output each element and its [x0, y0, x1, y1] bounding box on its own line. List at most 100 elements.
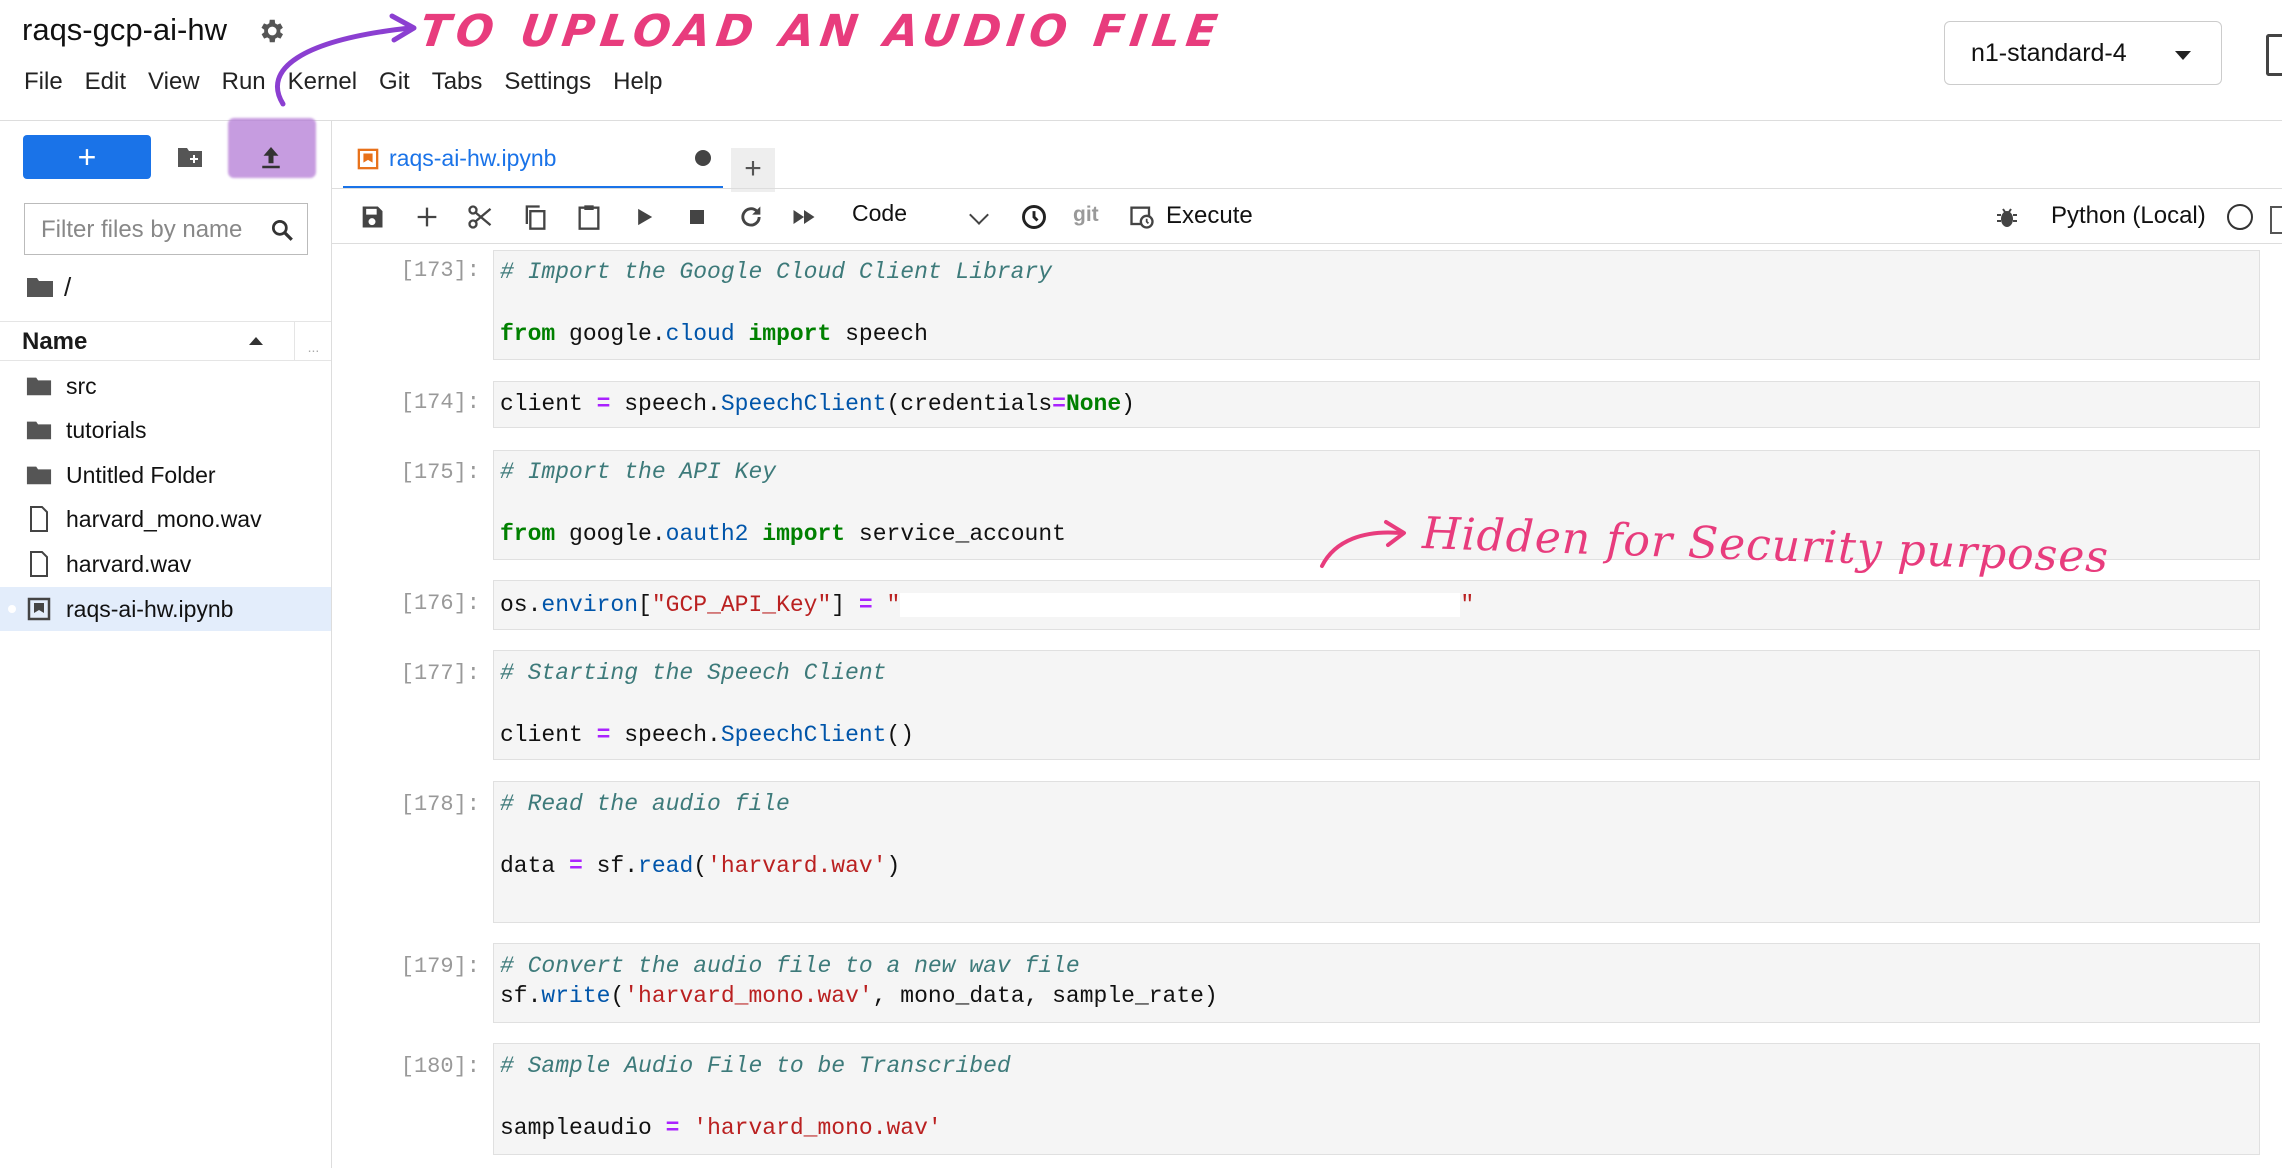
code-line: from google.cloud import speech [500, 321, 928, 347]
kernel-status-icon [2227, 204, 2253, 230]
code-line: # Read the audio file [500, 791, 790, 817]
machine-type-dropdown[interactable]: n1-standard-4 [1944, 21, 2222, 85]
menu-edit[interactable]: Edit [85, 68, 148, 106]
file-name: harvard.wav [66, 550, 192, 577]
copy-icon[interactable] [521, 203, 549, 231]
machine-type-label: n1-standard-4 [1971, 39, 2127, 67]
menu-help[interactable]: Help [613, 68, 684, 106]
git-button[interactable]: git [1073, 203, 1099, 227]
file-row-untitled-folder[interactable]: Untitled Folder [0, 453, 331, 497]
notebook-panel-icon[interactable] [2266, 34, 2282, 76]
new-tab-button[interactable]: + [731, 148, 775, 192]
file-name: harvard_mono.wav [66, 505, 262, 532]
notebook-icon [27, 597, 51, 621]
code-line: # Import the API Key [500, 459, 777, 485]
name-column-label: Name [22, 328, 88, 355]
folder-icon [26, 377, 52, 396]
cell-prompt: [180]: [400, 1054, 480, 1079]
redacted-key [900, 592, 1461, 617]
filter-files-input[interactable] [39, 214, 263, 246]
search-icon [271, 219, 293, 241]
code-line: client = speech.SpeechClient() [500, 722, 915, 748]
kernel-name[interactable]: Python (Local) [2051, 202, 2206, 230]
add-cell-icon[interactable] [413, 203, 441, 231]
code-cell[interactable]: # Sample Audio File to be Transcribed sa… [493, 1043, 2260, 1155]
file-name: src [66, 372, 97, 399]
paste-icon[interactable] [575, 203, 603, 231]
code-cell[interactable]: # Starting the Speech Client client = sp… [493, 650, 2260, 760]
cell-prompt: [175]: [400, 460, 480, 485]
upload-icon[interactable] [256, 142, 286, 172]
code-line: # Import the Google Cloud Client Library [500, 259, 1053, 285]
cell-prompt: [178]: [400, 792, 480, 817]
menu-settings[interactable]: Settings [504, 68, 613, 106]
name-column-header[interactable]: Name ... [0, 321, 331, 361]
code-line: # Sample Audio File to be Transcribed [500, 1053, 1011, 1079]
gear-icon[interactable] [256, 16, 286, 46]
tab-notebook[interactable]: raqs-ai-hw.ipynb [343, 132, 723, 189]
notebook-toolbar [331, 189, 2282, 244]
menu-kernel[interactable]: Kernel [288, 68, 379, 106]
column-more[interactable]: ... [294, 322, 332, 360]
code-cell[interactable]: os.environ["GCP_API_Key"] = " " [493, 580, 2260, 630]
calendar-icon[interactable] [2270, 206, 2282, 234]
code-cell[interactable]: # Import the Google Cloud Client Library… [493, 250, 2260, 360]
new-folder-icon[interactable] [176, 145, 204, 169]
file-row-tutorials[interactable]: tutorials [0, 408, 331, 452]
code-line: # Starting the Speech Client [500, 660, 887, 686]
unsaved-indicator[interactable] [695, 150, 711, 166]
file-row-harvard[interactable]: harvard.wav [0, 542, 331, 586]
file-row-notebook[interactable]: raqs-ai-hw.ipynb [0, 587, 331, 631]
menu-view[interactable]: View [148, 68, 222, 106]
file-name: raqs-ai-hw.ipynb [66, 595, 234, 622]
debugger-icon[interactable] [1995, 205, 2019, 231]
file-icon [30, 506, 48, 532]
code-cell[interactable]: client = speech.SpeechClient(credentials… [493, 381, 2260, 428]
new-launcher-button[interactable]: + [23, 135, 151, 179]
menu-run[interactable]: Run [222, 68, 288, 106]
menu-file[interactable]: File [24, 68, 85, 106]
code-line: sf.write('harvard_mono.wav', mono_data, … [500, 983, 1218, 1009]
code-cell[interactable]: # Read the audio file data = sf.read('ha… [493, 781, 2260, 923]
running-indicator [8, 605, 16, 613]
tab-label: raqs-ai-hw.ipynb [389, 145, 557, 171]
code-line: os.environ["GCP_API_Key"] = " " [500, 592, 1475, 618]
sort-ascending-icon [249, 337, 263, 345]
notebook-icon [357, 148, 379, 170]
breadcrumb-root[interactable]: / [64, 272, 71, 303]
file-name: Untitled Folder [66, 461, 216, 488]
cell-prompt: [176]: [400, 591, 480, 616]
restart-icon[interactable] [737, 203, 765, 231]
file-row-harvard-mono[interactable]: harvard_mono.wav [0, 497, 331, 541]
run-all-icon[interactable] [790, 203, 818, 231]
file-icon [30, 551, 48, 577]
code-cell[interactable]: # Convert the audio file to a new wav fi… [493, 943, 2260, 1023]
code-line: client = speech.SpeechClient(credentials… [500, 391, 1135, 417]
filter-files-field[interactable] [24, 203, 308, 255]
stop-icon[interactable] [683, 203, 711, 231]
file-row-src[interactable]: src [0, 364, 331, 408]
menu-git[interactable]: Git [379, 68, 432, 106]
code-line: sampleaudio = 'harvard_mono.wav' [500, 1115, 942, 1141]
schedule-icon[interactable] [1128, 203, 1156, 231]
cell-prompt: [179]: [400, 954, 480, 979]
cut-icon[interactable] [466, 203, 494, 231]
execute-button[interactable]: Execute [1166, 202, 1253, 230]
app-title: raqs-gcp-ai-hw [22, 12, 228, 47]
cell-prompt: [174]: [400, 390, 480, 415]
cell-type-select[interactable]: Code [852, 200, 907, 227]
upload-annotation: TO UPLOAD AN AUDIO FILE [416, 6, 1227, 57]
file-name: tutorials [66, 416, 147, 443]
folder-icon [26, 421, 52, 440]
folder-icon [26, 466, 52, 485]
menu-tabs[interactable]: Tabs [432, 68, 505, 106]
menu-bar: File Edit View Run Kernel Git Tabs Setti… [24, 68, 684, 106]
code-line: # Convert the audio file to a new wav fi… [500, 953, 1080, 979]
clock-icon[interactable] [1020, 203, 1048, 231]
chevron-down-icon [2175, 51, 2191, 60]
run-cell-icon[interactable] [630, 203, 658, 231]
cell-prompt: [173]: [400, 258, 480, 283]
save-icon[interactable] [358, 203, 386, 231]
breadcrumb[interactable]: / [26, 270, 71, 304]
code-line: data = sf.read('harvard.wav') [500, 853, 901, 879]
